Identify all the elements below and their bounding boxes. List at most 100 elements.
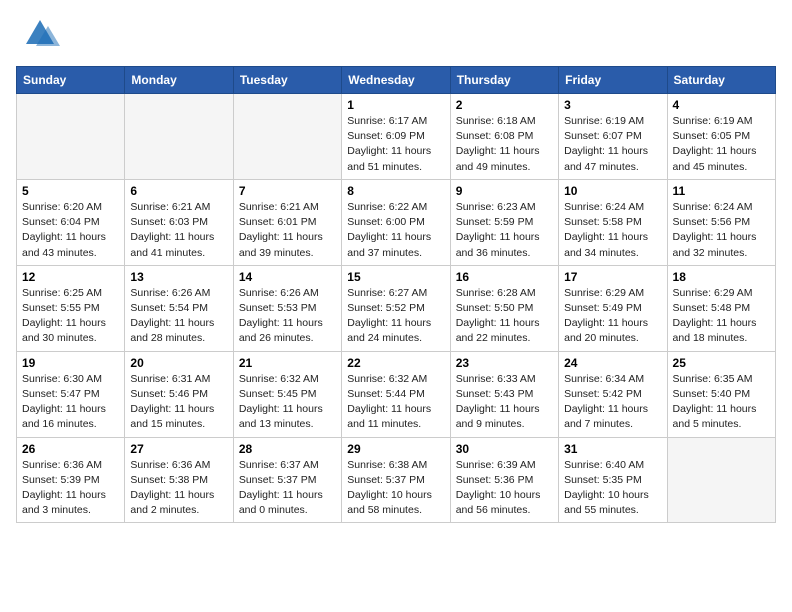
day-info: Sunrise: 6:25 AM Sunset: 5:55 PM Dayligh… — [22, 286, 119, 347]
calendar-cell: 27 Sunrise: 6:36 AM Sunset: 5:38 PM Dayli… — [125, 437, 233, 523]
day-info: Sunrise: 6:39 AM Sunset: 5:36 PM Dayligh… — [456, 458, 553, 519]
day-info: Sunrise: 6:21 AM Sunset: 6:01 PM Dayligh… — [239, 200, 336, 261]
day-info: Sunrise: 6:29 AM Sunset: 5:49 PM Dayligh… — [564, 286, 661, 347]
day-number: 7 — [239, 184, 336, 198]
day-number: 10 — [564, 184, 661, 198]
day-number: 21 — [239, 356, 336, 370]
calendar-cell: 5 Sunrise: 6:20 AM Sunset: 6:04 PM Daylig… — [17, 179, 125, 265]
day-number: 26 — [22, 442, 119, 456]
calendar-cell: 15Sunrise: 6:27 AM Sunset: 5:52 PM Dayli… — [342, 265, 450, 351]
calendar-week-row: 5 Sunrise: 6:20 AM Sunset: 6:04 PM Daylig… — [17, 179, 776, 265]
day-info: Sunrise: 6:24 AM Sunset: 5:58 PM Dayligh… — [564, 200, 661, 261]
day-info: Sunrise: 6:40 AM Sunset: 5:35 PM Dayligh… — [564, 458, 661, 519]
day-number: 14 — [239, 270, 336, 284]
day-number: 2 — [456, 98, 553, 112]
day-number: 13 — [130, 270, 227, 284]
page-header — [16, 16, 776, 54]
day-info: Sunrise: 6:19 AM Sunset: 6:07 PM Dayligh… — [564, 114, 661, 175]
day-info: Sunrise: 6:37 AM Sunset: 5:37 PM Dayligh… — [239, 458, 336, 519]
calendar-week-row: 19Sunrise: 6:30 AM Sunset: 5:47 PM Dayli… — [17, 351, 776, 437]
calendar-header-row: SundayMondayTuesdayWednesdayThursdayFrid… — [17, 67, 776, 94]
day-info: Sunrise: 6:33 AM Sunset: 5:43 PM Dayligh… — [456, 372, 553, 433]
day-info: Sunrise: 6:23 AM Sunset: 5:59 PM Dayligh… — [456, 200, 553, 261]
day-info: Sunrise: 6:26 AM Sunset: 5:54 PM Dayligh… — [130, 286, 227, 347]
day-number: 8 — [347, 184, 444, 198]
day-number: 30 — [456, 442, 553, 456]
calendar-cell: 29 Sunrise: 6:38 AM Sunset: 5:37 PM Dayli… — [342, 437, 450, 523]
day-number: 4 — [673, 98, 770, 112]
calendar-cell: 30 Sunrise: 6:39 AM Sunset: 5:36 PM Dayli… — [450, 437, 558, 523]
weekday-header-wednesday: Wednesday — [342, 67, 450, 94]
day-number: 22 — [347, 356, 444, 370]
day-number: 15 — [347, 270, 444, 284]
calendar-cell: 10 Sunrise: 6:24 AM Sunset: 5:58 PM Dayli… — [559, 179, 667, 265]
calendar-cell — [125, 94, 233, 180]
calendar-cell — [667, 437, 775, 523]
day-info: Sunrise: 6:19 AM Sunset: 6:05 PM Dayligh… — [673, 114, 770, 175]
calendar-cell — [17, 94, 125, 180]
day-info: Sunrise: 6:32 AM Sunset: 5:44 PM Dayligh… — [347, 372, 444, 433]
day-info: Sunrise: 6:35 AM Sunset: 5:40 PM Dayligh… — [673, 372, 770, 433]
calendar-cell: 23 Sunrise: 6:33 AM Sunset: 5:43 PM Dayli… — [450, 351, 558, 437]
weekday-header-tuesday: Tuesday — [233, 67, 341, 94]
calendar-cell: 19Sunrise: 6:30 AM Sunset: 5:47 PM Dayli… — [17, 351, 125, 437]
calendar-cell: 13 Sunrise: 6:26 AM Sunset: 5:54 PM Dayli… — [125, 265, 233, 351]
day-info: Sunrise: 6:38 AM Sunset: 5:37 PM Dayligh… — [347, 458, 444, 519]
calendar-cell: 31 Sunrise: 6:40 AM Sunset: 5:35 PM Dayli… — [559, 437, 667, 523]
weekday-header-monday: Monday — [125, 67, 233, 94]
day-number: 31 — [564, 442, 661, 456]
day-number: 23 — [456, 356, 553, 370]
day-info: Sunrise: 6:26 AM Sunset: 5:53 PM Dayligh… — [239, 286, 336, 347]
calendar-cell: 12Sunrise: 6:25 AM Sunset: 5:55 PM Dayli… — [17, 265, 125, 351]
day-number: 5 — [22, 184, 119, 198]
weekday-header-thursday: Thursday — [450, 67, 558, 94]
calendar-cell: 7 Sunrise: 6:21 AM Sunset: 6:01 PM Daylig… — [233, 179, 341, 265]
day-number: 17 — [564, 270, 661, 284]
day-number: 6 — [130, 184, 227, 198]
day-info: Sunrise: 6:36 AM Sunset: 5:38 PM Dayligh… — [130, 458, 227, 519]
calendar-cell: 26 Sunrise: 6:36 AM Sunset: 5:39 PM Dayli… — [17, 437, 125, 523]
calendar-week-row: 1Sunrise: 6:17 AM Sunset: 6:09 PM Daylig… — [17, 94, 776, 180]
calendar-cell: 1Sunrise: 6:17 AM Sunset: 6:09 PM Daylig… — [342, 94, 450, 180]
day-info: Sunrise: 6:21 AM Sunset: 6:03 PM Dayligh… — [130, 200, 227, 261]
calendar-cell: 24 Sunrise: 6:34 AM Sunset: 5:42 PM Dayli… — [559, 351, 667, 437]
calendar-cell: 8 Sunrise: 6:22 AM Sunset: 6:00 PM Daylig… — [342, 179, 450, 265]
logo-icon — [16, 16, 64, 54]
day-info: Sunrise: 6:34 AM Sunset: 5:42 PM Dayligh… — [564, 372, 661, 433]
day-info: Sunrise: 6:24 AM Sunset: 5:56 PM Dayligh… — [673, 200, 770, 261]
calendar-cell: 6 Sunrise: 6:21 AM Sunset: 6:03 PM Daylig… — [125, 179, 233, 265]
logo — [16, 16, 66, 54]
weekday-header-saturday: Saturday — [667, 67, 775, 94]
day-number: 20 — [130, 356, 227, 370]
calendar-cell: 2 Sunrise: 6:18 AM Sunset: 6:08 PM Daylig… — [450, 94, 558, 180]
day-number: 24 — [564, 356, 661, 370]
day-number: 9 — [456, 184, 553, 198]
day-info: Sunrise: 6:29 AM Sunset: 5:48 PM Dayligh… — [673, 286, 770, 347]
day-number: 11 — [673, 184, 770, 198]
day-number: 18 — [673, 270, 770, 284]
calendar-cell: 11 Sunrise: 6:24 AM Sunset: 5:56 PM Dayli… — [667, 179, 775, 265]
day-info: Sunrise: 6:36 AM Sunset: 5:39 PM Dayligh… — [22, 458, 119, 519]
day-number: 27 — [130, 442, 227, 456]
day-info: Sunrise: 6:22 AM Sunset: 6:00 PM Dayligh… — [347, 200, 444, 261]
day-number: 19 — [22, 356, 119, 370]
day-info: Sunrise: 6:18 AM Sunset: 6:08 PM Dayligh… — [456, 114, 553, 175]
calendar-cell — [233, 94, 341, 180]
calendar-table: SundayMondayTuesdayWednesdayThursdayFrid… — [16, 66, 776, 523]
day-number: 16 — [456, 270, 553, 284]
calendar-cell: 4 Sunrise: 6:19 AM Sunset: 6:05 PM Daylig… — [667, 94, 775, 180]
calendar-cell: 22 Sunrise: 6:32 AM Sunset: 5:44 PM Dayli… — [342, 351, 450, 437]
calendar-week-row: 26 Sunrise: 6:36 AM Sunset: 5:39 PM Dayli… — [17, 437, 776, 523]
day-info: Sunrise: 6:31 AM Sunset: 5:46 PM Dayligh… — [130, 372, 227, 433]
day-number: 29 — [347, 442, 444, 456]
day-number: 28 — [239, 442, 336, 456]
day-number: 3 — [564, 98, 661, 112]
calendar-cell: 9 Sunrise: 6:23 AM Sunset: 5:59 PM Daylig… — [450, 179, 558, 265]
calendar-cell: 20 Sunrise: 6:31 AM Sunset: 5:46 PM Dayli… — [125, 351, 233, 437]
weekday-header-friday: Friday — [559, 67, 667, 94]
calendar-cell: 21Sunrise: 6:32 AM Sunset: 5:45 PM Dayli… — [233, 351, 341, 437]
calendar-cell: 17 Sunrise: 6:29 AM Sunset: 5:49 PM Dayli… — [559, 265, 667, 351]
day-info: Sunrise: 6:20 AM Sunset: 6:04 PM Dayligh… — [22, 200, 119, 261]
calendar-cell: 3 Sunrise: 6:19 AM Sunset: 6:07 PM Daylig… — [559, 94, 667, 180]
day-info: Sunrise: 6:17 AM Sunset: 6:09 PM Dayligh… — [347, 114, 444, 175]
